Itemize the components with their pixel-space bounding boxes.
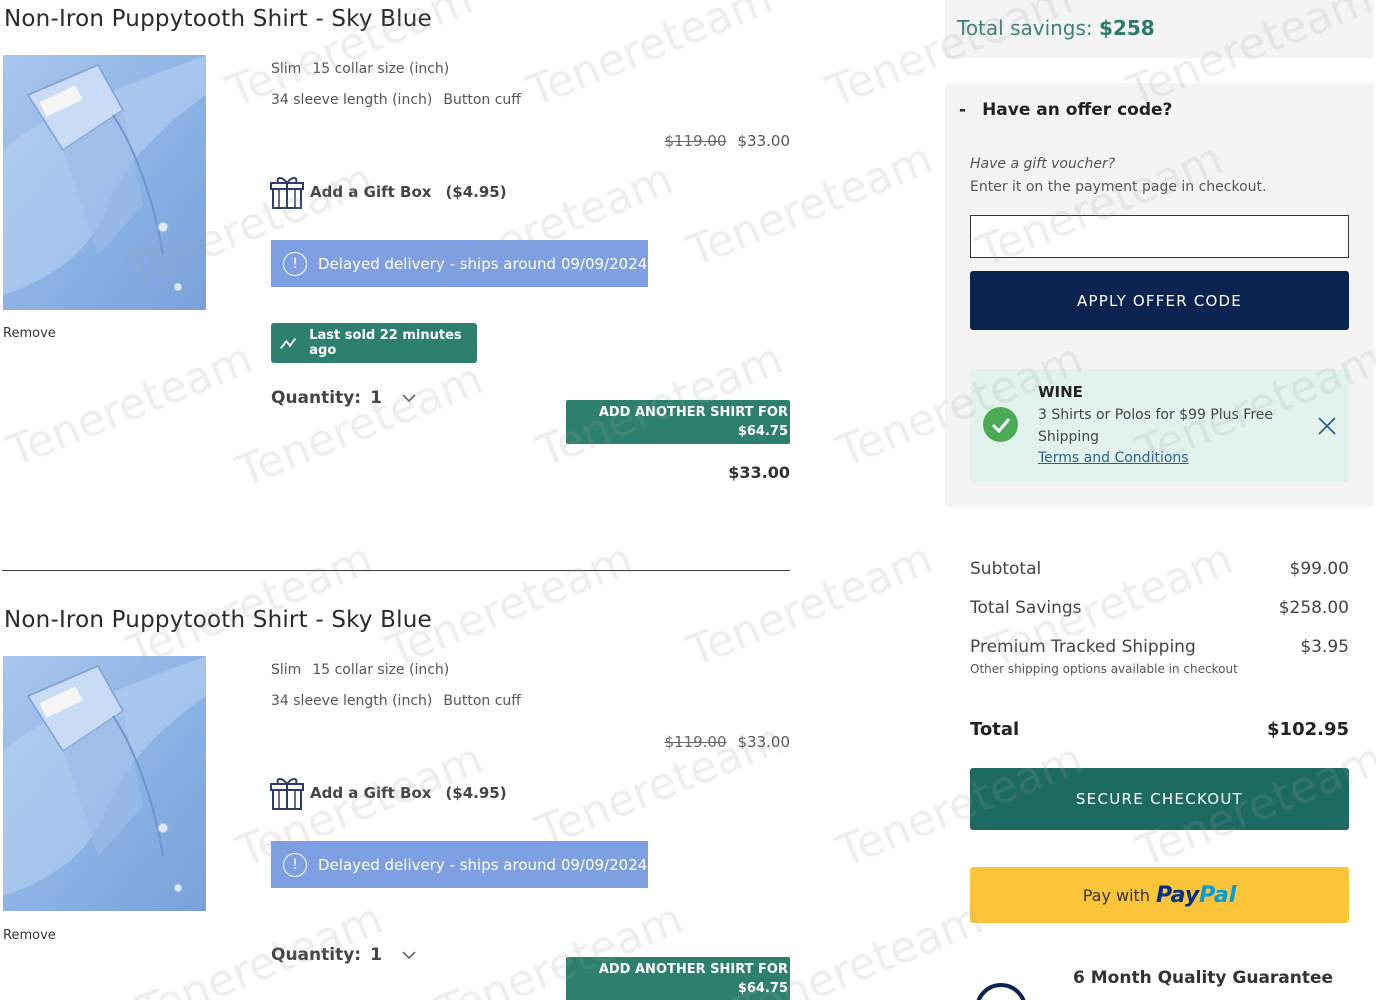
cart-item: Non-Iron Puppytooth Shirt - Sky Blue Rem…: [0, 0, 800, 560]
delivery-notice: ! Delayed delivery - ships around 09/09/…: [271, 841, 648, 888]
gift-box-icon: [270, 177, 304, 209]
product-image[interactable]: [3, 656, 206, 911]
fit-label: Slim: [271, 61, 302, 77]
shipping-row: Premium Tracked Shipping $3.95: [970, 637, 1349, 657]
terms-link[interactable]: Terms and Conditions: [1038, 450, 1189, 466]
paypal-button[interactable]: Pay with Pay Pal: [970, 867, 1349, 923]
paypal-prefix: Pay with: [1082, 885, 1150, 905]
quantity-select[interactable]: Quantity: 1: [271, 388, 416, 408]
chevron-down-icon: [402, 394, 416, 403]
price-row: $119.00 $33.00: [664, 733, 790, 751]
trend-up-icon: [280, 337, 297, 350]
delivery-notice-text: Delayed delivery - ships around 09/09/20…: [318, 855, 648, 874]
original-price: $119.00: [664, 132, 727, 150]
total-savings-row: Total Savings $258.00: [970, 598, 1349, 618]
subtotal-row: Subtotal $99.00: [970, 559, 1349, 579]
offer-code-input[interactable]: [970, 215, 1349, 258]
delivery-notice: ! Delayed delivery - ships around 09/09/…: [271, 240, 648, 287]
add-another-shirt-button[interactable]: ADD ANOTHER SHIRT FOR $64.75: [566, 400, 790, 444]
subtotal-label: Subtotal: [970, 559, 1042, 579]
savings-amount: $258: [1099, 16, 1155, 40]
offer-code-panel: - Have an offer code? Have a gift vouche…: [945, 83, 1374, 507]
paypal-logo-pay: Pay: [1155, 882, 1200, 908]
add-another-price: $64.75: [737, 424, 788, 439]
price-row: $119.00 $33.00: [664, 132, 790, 150]
add-another-label: ADD ANOTHER SHIRT FOR: [598, 405, 788, 420]
promo-code: WINE: [1038, 383, 1083, 401]
total-savings-banner: Total savings: $258: [945, 0, 1374, 58]
product-sleeve-cuff: 34 sleeve length (inch) Button cuff: [271, 693, 532, 709]
original-price: $119.00: [664, 733, 727, 751]
cuff-type: Button cuff: [443, 693, 521, 709]
voucher-question: Have a gift voucher?: [970, 156, 1116, 172]
voucher-hint: Enter it on the payment page in checkout…: [970, 179, 1267, 195]
product-fit-collar: Slim 15 collar size (inch): [271, 662, 460, 678]
quantity-value: 1: [370, 945, 382, 965]
quantity-select[interactable]: Quantity: 1: [271, 945, 416, 965]
sale-price: $33.00: [737, 132, 791, 150]
shipping-label: Premium Tracked Shipping: [970, 637, 1196, 657]
product-image[interactable]: [3, 55, 206, 310]
total-savings-value: $258.00: [1278, 598, 1349, 618]
add-gift-box[interactable]: Add a Gift Box ($4.95): [270, 174, 507, 210]
add-another-label: ADD ANOTHER SHIRT FOR: [598, 962, 788, 977]
secure-checkout-button[interactable]: SECURE CHECKOUT: [970, 768, 1349, 830]
guarantee-title: 6 Month Quality Guarantee: [1073, 968, 1334, 988]
gift-box-price: ($4.95): [445, 183, 507, 201]
add-gift-box[interactable]: Add a Gift Box ($4.95): [270, 775, 507, 811]
savings-label: Total savings:: [957, 16, 1093, 40]
subtotal-value: $99.00: [1289, 559, 1349, 579]
promo-description: 3 Shirts or Polos for $99 Plus Free Ship…: [1038, 407, 1274, 445]
quantity-label: Quantity:: [271, 388, 362, 408]
info-icon: !: [283, 251, 307, 276]
delivery-notice-text: Delayed delivery - ships around 09/09/20…: [318, 254, 648, 273]
collar-size: 15 collar size (inch): [312, 61, 450, 77]
sleeve-length: 34 sleeve length (inch): [271, 693, 433, 709]
item-divider: [2, 570, 790, 571]
gift-box-label: Add a Gift Box: [310, 183, 432, 201]
fit-label: Slim: [271, 662, 302, 678]
collapse-icon: -: [959, 100, 967, 120]
collar-size: 15 collar size (inch): [312, 662, 450, 678]
last-sold-text: Last sold 22 minutes ago: [309, 328, 462, 358]
line-total: $33.00: [728, 463, 790, 482]
gift-box-price: ($4.95): [445, 784, 507, 802]
guarantee-badge-icon: [975, 983, 1027, 1000]
cuff-type: Button cuff: [443, 92, 521, 108]
cart-item: Non-Iron Puppytooth Shirt - Sky Blue Rem…: [0, 601, 800, 1000]
info-icon: !: [283, 852, 307, 877]
add-another-shirt-button[interactable]: ADD ANOTHER SHIRT FOR $64.75: [566, 957, 790, 1000]
add-another-price: $64.75: [737, 981, 788, 996]
quantity-label: Quantity:: [271, 945, 362, 965]
shipping-value: $3.95: [1300, 637, 1349, 657]
gift-box-icon: [270, 778, 304, 810]
close-icon[interactable]: [1316, 415, 1338, 437]
product-title[interactable]: Non-Iron Puppytooth Shirt - Sky Blue: [4, 6, 432, 32]
product-fit-collar: Slim 15 collar size (inch): [271, 61, 460, 77]
total-value: $102.95: [1267, 719, 1349, 740]
product-sleeve-cuff: 34 sleeve length (inch) Button cuff: [271, 92, 532, 108]
offer-heading: Have an offer code?: [982, 100, 1173, 120]
applied-promo-card: WINE 3 Shirts or Polos for $99 Plus Free…: [970, 369, 1349, 482]
total-row: Total $102.95: [970, 719, 1349, 740]
sleeve-length: 34 sleeve length (inch): [271, 92, 433, 108]
product-title[interactable]: Non-Iron Puppytooth Shirt - Sky Blue: [4, 607, 432, 633]
shipping-note: Other shipping options available in chec…: [970, 662, 1238, 676]
gift-box-label: Add a Gift Box: [310, 784, 432, 802]
remove-link[interactable]: Remove: [3, 326, 56, 341]
total-savings-label: Total Savings: [970, 598, 1082, 618]
paypal-logo-pal: Pal: [1199, 882, 1237, 908]
sale-price: $33.00: [737, 733, 791, 751]
last-sold-badge: Last sold 22 minutes ago: [271, 323, 477, 363]
chevron-down-icon: [402, 951, 416, 960]
total-label: Total: [970, 719, 1020, 740]
remove-link[interactable]: Remove: [3, 928, 56, 943]
apply-offer-code-button[interactable]: APPLY OFFER CODE: [970, 271, 1349, 330]
quantity-value: 1: [370, 388, 382, 408]
check-icon: [983, 407, 1018, 442]
offer-code-toggle[interactable]: - Have an offer code?: [959, 100, 1172, 120]
